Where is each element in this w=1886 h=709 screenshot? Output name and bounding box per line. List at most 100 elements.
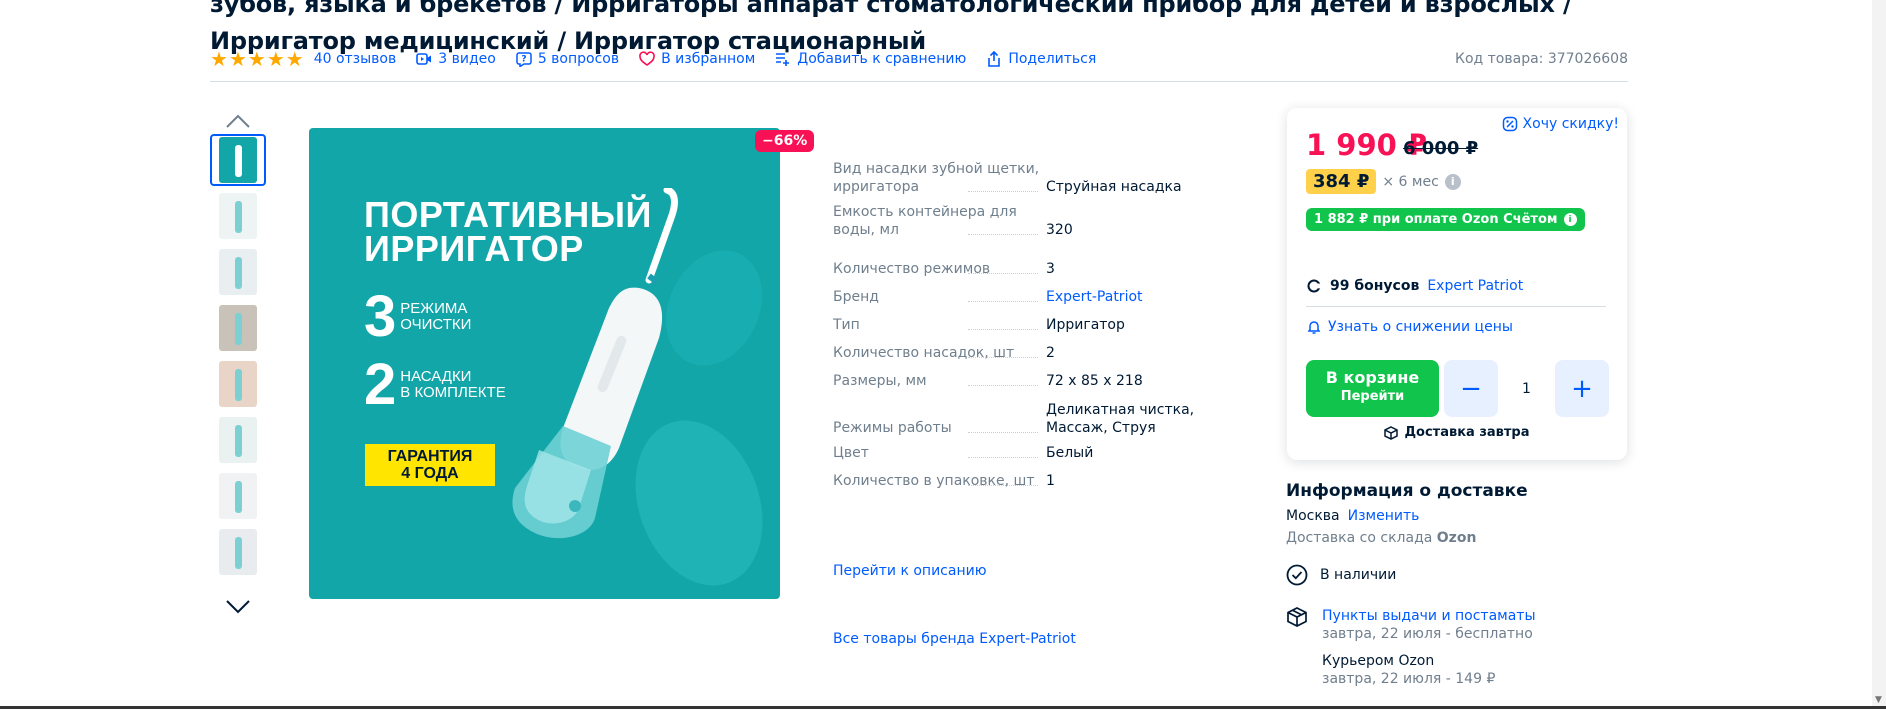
- gallery-thumbnail[interactable]: [210, 246, 266, 298]
- gallery-thumbnail[interactable]: [210, 414, 266, 466]
- spec-value: 2: [1046, 345, 1055, 361]
- videos-link[interactable]: 3 видео: [416, 51, 496, 67]
- in-cart-button[interactable]: В корзине Перейти: [1306, 360, 1439, 417]
- spec-row: Вид насадки зубной щетки, ирригатора Стру…: [833, 160, 1233, 196]
- reviews-link[interactable]: 40 отзывов: [314, 51, 397, 67]
- main-product-image[interactable]: ПОРТАТИВНЫЙ ИРРИГАТОР 3 РЕЖИМА ОЧИСТКИ 2 …: [309, 128, 780, 599]
- heart-icon: [639, 51, 655, 66]
- page-scrollbar[interactable]: ▼: [1872, 0, 1886, 709]
- star-icon: ★: [285, 47, 304, 71]
- promo-modes: 3 РЕЖИМА ОЧИСТКИ: [364, 284, 472, 349]
- gallery-thumbnails: [209, 108, 267, 623]
- scroll-down-arrow-icon[interactable]: ▼: [1875, 695, 1882, 705]
- thumbnail-image: [219, 473, 257, 519]
- installment-info[interactable]: 384 ₽ × 6 мес i: [1306, 169, 1461, 194]
- favorite-button[interactable]: В избранном: [639, 51, 755, 67]
- video-icon: [416, 53, 432, 65]
- info-icon[interactable]: i: [1444, 173, 1461, 190]
- spec-value-link[interactable]: Expert-Patriot: [1046, 288, 1233, 306]
- thumbnail-image: [219, 305, 257, 351]
- price-card: Хочу скидку! 1 990 ₽ 6 000 ₽ 384 ₽ × 6 м…: [1287, 108, 1627, 460]
- spec-row: Емкость контейнера для воды, мл 320: [833, 203, 1233, 239]
- gallery-thumbnail[interactable]: [210, 470, 266, 522]
- questions-link[interactable]: ? 5 вопросов: [516, 51, 619, 67]
- compare-label: Добавить к сравнению: [797, 51, 967, 67]
- spec-value: 1: [1046, 473, 1055, 489]
- price-drop-notify-link[interactable]: Узнать о снижении цены: [1306, 319, 1513, 335]
- chevron-down-icon[interactable]: [225, 596, 251, 616]
- ozon-account-price[interactable]: 1 882 ₽ при оплате Ozon Счётом i: [1306, 208, 1585, 231]
- spec-value: Белый: [1046, 445, 1094, 461]
- promo-nozzles: 2 НАСАДКИ В КОМПЛЕКТЕ: [364, 352, 506, 417]
- spec-name: Количество насадок, шт: [833, 344, 1046, 362]
- device-silhouette: [235, 369, 242, 401]
- installment-term: × 6 мес: [1382, 173, 1439, 190]
- questions-label: 5 вопросов: [537, 51, 620, 67]
- pickup-box-icon: [1287, 607, 1307, 627]
- delivery-tomorrow-label: Доставка завтра: [1404, 425, 1530, 440]
- delivery-option-pickup: Пункты выдачи и постаматы завтра, 22 июл…: [1322, 607, 1536, 643]
- delivery-info-title: Информация о доставке: [1286, 481, 1528, 501]
- gallery-thumbnail[interactable]: [210, 526, 266, 578]
- warehouse-name: Ozon: [1436, 530, 1477, 546]
- spec-value: Деликатная чистка, Массаж, Струя: [1046, 402, 1195, 436]
- bell-icon: [1307, 321, 1321, 334]
- increase-quantity-button[interactable]: +: [1555, 360, 1609, 417]
- bonus-brand-link[interactable]: Expert Patriot: [1427, 278, 1523, 294]
- spec-row: Цвет Белый: [833, 444, 1233, 462]
- bonus-count: 99 бонусов: [1330, 278, 1420, 294]
- star-icon: ★: [228, 47, 247, 71]
- availability-label: В наличии: [1320, 567, 1397, 583]
- discount-badge: −66%: [755, 130, 815, 152]
- device-silhouette: [235, 313, 242, 345]
- warehouse-info: Доставка со склада Ozon: [1286, 530, 1476, 546]
- info-icon: i: [1563, 213, 1577, 226]
- videos-label: 3 видео: [438, 51, 496, 67]
- gallery-thumbnail[interactable]: [210, 190, 266, 242]
- delivery-tomorrow: Доставка завтра: [1287, 425, 1627, 440]
- spec-value: 3: [1046, 261, 1055, 277]
- delivery-option-courier: Курьером Ozon завтра, 22 июля - 149 ₽: [1322, 652, 1495, 688]
- thumbnail-image: [219, 137, 257, 183]
- availability: В наличии: [1286, 564, 1396, 586]
- all-brand-products-link[interactable]: Все товары бренда Expert-Patriot: [833, 631, 1076, 647]
- decrease-quantity-button[interactable]: −: [1444, 360, 1498, 417]
- thumbnail-image: [219, 417, 257, 463]
- courier-title: Курьером Ozon: [1322, 653, 1435, 669]
- share-button[interactable]: Поделиться: [986, 51, 1096, 67]
- spec-row: Количество режимов 3: [833, 260, 1233, 278]
- warranty-badge: ГАРАНТИЯ 4 ГОДА: [365, 444, 495, 486]
- rating-stars[interactable]: ★ ★ ★ ★ ★: [210, 49, 304, 69]
- box-icon: [1384, 425, 1399, 440]
- header-divider: [210, 81, 1628, 82]
- star-icon: ★: [266, 47, 285, 71]
- gallery-thumbnail[interactable]: [210, 358, 266, 410]
- favorite-label: В избранном: [661, 51, 756, 67]
- go-to-description-link[interactable]: Перейти к описанию: [833, 563, 986, 579]
- chevron-up-icon[interactable]: [225, 112, 251, 132]
- quantity-stepper: − 1 +: [1444, 360, 1609, 417]
- product-meta-bar: ★ ★ ★ ★ ★ 40 отзывов 3 видео ? 5 вопросов В …: [210, 48, 1628, 70]
- spec-value: 72 х 85 х 218: [1046, 373, 1143, 389]
- want-discount-label: Хочу скидку!: [1522, 116, 1619, 132]
- check-circle-icon: [1286, 564, 1308, 586]
- pickup-points-link[interactable]: Пункты выдачи и постаматы: [1322, 607, 1536, 625]
- star-icon: ★: [247, 47, 266, 71]
- want-discount-button[interactable]: Хочу скидку!: [1502, 116, 1619, 132]
- device-silhouette: [235, 145, 242, 177]
- device-silhouette: [235, 201, 242, 233]
- product-code: Код товара: 377026608: [1455, 51, 1628, 67]
- compare-button[interactable]: Добавить к сравнению: [775, 51, 966, 67]
- gallery-thumbnail[interactable]: [210, 134, 266, 186]
- device-silhouette: [235, 481, 242, 513]
- ozon-account-price-label: 1 882 ₽ при оплате Ozon Счётом: [1314, 212, 1558, 227]
- pickup-points-date: завтра, 22 июля - бесплатно: [1322, 626, 1533, 642]
- gallery-thumbnail[interactable]: [210, 302, 266, 354]
- thumbnail-image: [219, 361, 257, 407]
- device-silhouette: [235, 257, 242, 289]
- change-city-link[interactable]: Изменить: [1348, 508, 1420, 524]
- installment-price: 384 ₽: [1306, 169, 1377, 194]
- city-name: Москва: [1286, 508, 1340, 524]
- spec-name: Количество в упаковке, шт: [833, 472, 1046, 490]
- bonus-info: 99 бонусов Expert Patriot: [1306, 278, 1523, 294]
